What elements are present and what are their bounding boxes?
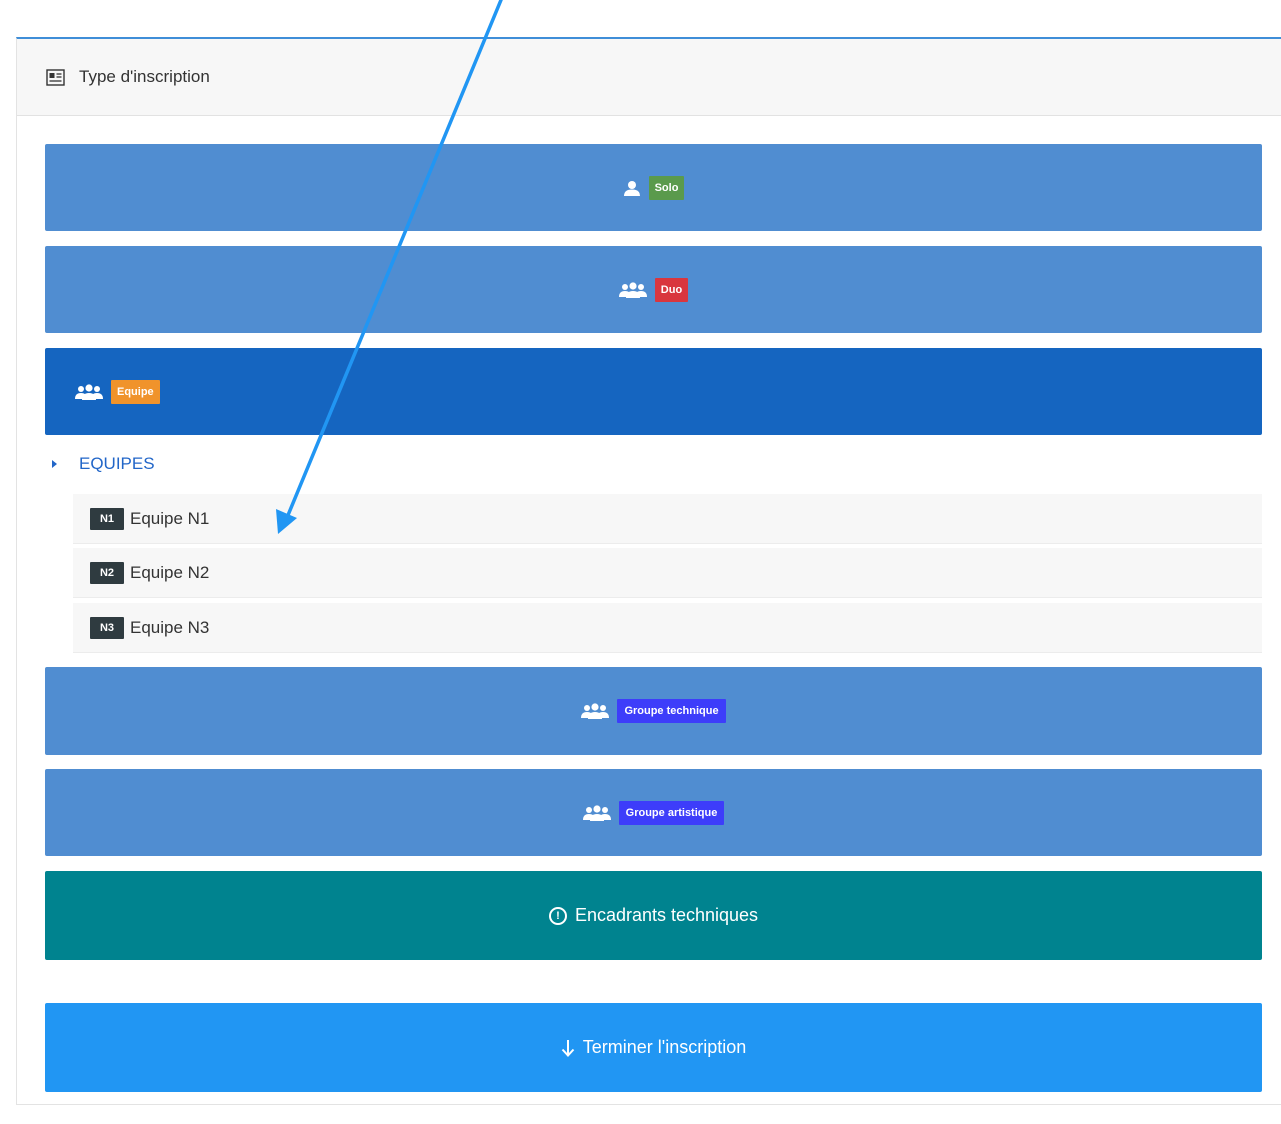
option-equipe-button[interactable]: Equipe xyxy=(45,348,1262,435)
users-icon xyxy=(75,383,103,400)
list-item-label: Equipe N2 xyxy=(130,562,210,582)
encadrants-techniques-button[interactable]: ! Encadrants techniques xyxy=(45,871,1262,960)
list-item-equipe-n2[interactable]: N2 Equipe N2 xyxy=(73,548,1262,598)
list-item-label: Equipe N3 xyxy=(130,617,210,637)
list-item-equipe-n1[interactable]: N1 Equipe N1 xyxy=(73,494,1262,544)
duo-badge: Duo xyxy=(654,277,689,302)
equipes-section-header[interactable]: EQUIPES xyxy=(52,452,155,476)
panel-title: Type d'inscription xyxy=(79,67,210,86)
level-badge: N3 xyxy=(90,616,124,639)
info-circle-icon: ! xyxy=(548,906,567,925)
user-icon xyxy=(623,180,641,196)
terminer-label: Terminer l'inscription xyxy=(582,1037,747,1057)
list-item-label: Equipe N1 xyxy=(130,508,210,528)
option-groupe-artistique-button[interactable]: Groupe artistique xyxy=(45,769,1262,856)
solo-badge: Solo xyxy=(648,175,685,200)
equipe-badge: Equipe xyxy=(111,379,160,404)
groupe-technique-badge: Groupe technique xyxy=(617,699,726,723)
groupe-artistique-badge: Groupe artistique xyxy=(618,800,725,825)
level-badge: N2 xyxy=(90,561,124,584)
arrow-down-icon xyxy=(561,1039,575,1057)
users-icon xyxy=(581,703,610,719)
users-icon xyxy=(618,281,647,298)
users-icon xyxy=(582,804,611,821)
panel-header: Type d'inscription xyxy=(17,39,1281,116)
terminer-inscription-button[interactable]: Terminer l'inscription xyxy=(45,1003,1262,1092)
option-groupe-technique-button[interactable]: Groupe technique xyxy=(45,667,1262,755)
id-card-icon xyxy=(46,68,65,87)
list-item-equipe-n3[interactable]: N3 Equipe N3 xyxy=(73,603,1262,653)
level-badge: N1 xyxy=(90,507,124,530)
encadrants-label: Encadrants techniques xyxy=(574,905,759,925)
option-duo-button[interactable]: Duo xyxy=(45,246,1262,333)
caret-right-icon xyxy=(52,460,57,468)
equipes-label: EQUIPES xyxy=(79,454,155,473)
option-solo-button[interactable]: Solo xyxy=(45,144,1262,231)
